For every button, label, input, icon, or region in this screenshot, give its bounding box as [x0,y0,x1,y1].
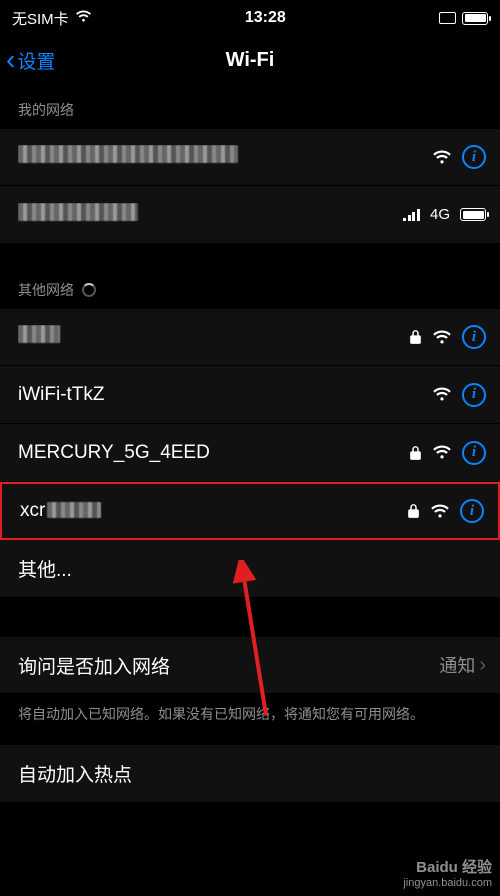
info-icon[interactable]: i [462,145,486,169]
auto-hotspot-row[interactable]: 自动加入热点 [0,744,500,802]
ask-value: 通知 [439,652,475,678]
carrier-text: 无SIM卡 [12,8,69,29]
wifi-icon [432,387,452,402]
other-label: 其他... [18,555,486,582]
spinner-icon [82,283,96,297]
wifi-row-known[interactable]: 4G [0,186,500,244]
wifi-icon [432,150,452,165]
ask-label: 询问是否加入网络 [18,652,439,679]
lock-icon [409,445,422,461]
redacted-name [18,325,60,343]
info-icon[interactable]: i [462,325,486,349]
ask-to-join-row[interactable]: 询问是否加入网络 通知 › [0,636,500,694]
section-other-label: 其他网络 [18,280,74,300]
wifi-status-icon [75,10,92,27]
redacted-name [18,145,238,163]
wifi-row[interactable]: iWiFi-tTkZ i [0,366,500,424]
battery-icon [462,12,488,25]
section-my-networks: 我的网络 [0,86,500,128]
status-bar: 无SIM卡 13:28 [0,0,500,34]
clock: 13:28 [245,9,286,27]
watermark: Baidu 经验 jingyan.baidu.com [403,859,492,890]
network-name: MERCURY_5G_4EED [18,442,409,464]
redacted-suffix [47,502,101,518]
other-network-button[interactable]: 其他... [0,540,500,598]
wifi-icon [432,445,452,460]
lock-icon [409,329,422,345]
nav-bar: ‹ 设置 Wi-Fi [0,34,500,86]
network-name: xcr [20,500,407,522]
lock-icon [407,503,420,519]
info-icon[interactable]: i [462,383,486,407]
wifi-row-highlighted[interactable]: xcr i [0,482,500,540]
chevron-right-icon: › [479,654,486,677]
ask-footer: 将自动加入已知网络。如果没有已知网络，将通知您有可用网络。 [0,694,500,744]
page-title: Wi-Fi [0,49,500,72]
network-name: iWiFi-tTkZ [18,384,432,406]
wifi-row[interactable]: i [0,308,500,366]
screen-mirror-icon [439,12,456,24]
wifi-icon [430,504,450,519]
signal-bars-icon [403,209,420,221]
info-icon[interactable]: i [460,499,484,523]
wifi-row[interactable]: MERCURY_5G_4EED i [0,424,500,482]
hotspot-label: 自动加入热点 [18,760,486,787]
redacted-name [18,203,138,221]
battery-icon [460,208,486,221]
wifi-icon [432,330,452,345]
section-other-networks: 其他网络 [0,266,500,308]
wifi-row-known[interactable]: i [0,128,500,186]
cellular-label: 4G [430,206,450,223]
info-icon[interactable]: i [462,441,486,465]
